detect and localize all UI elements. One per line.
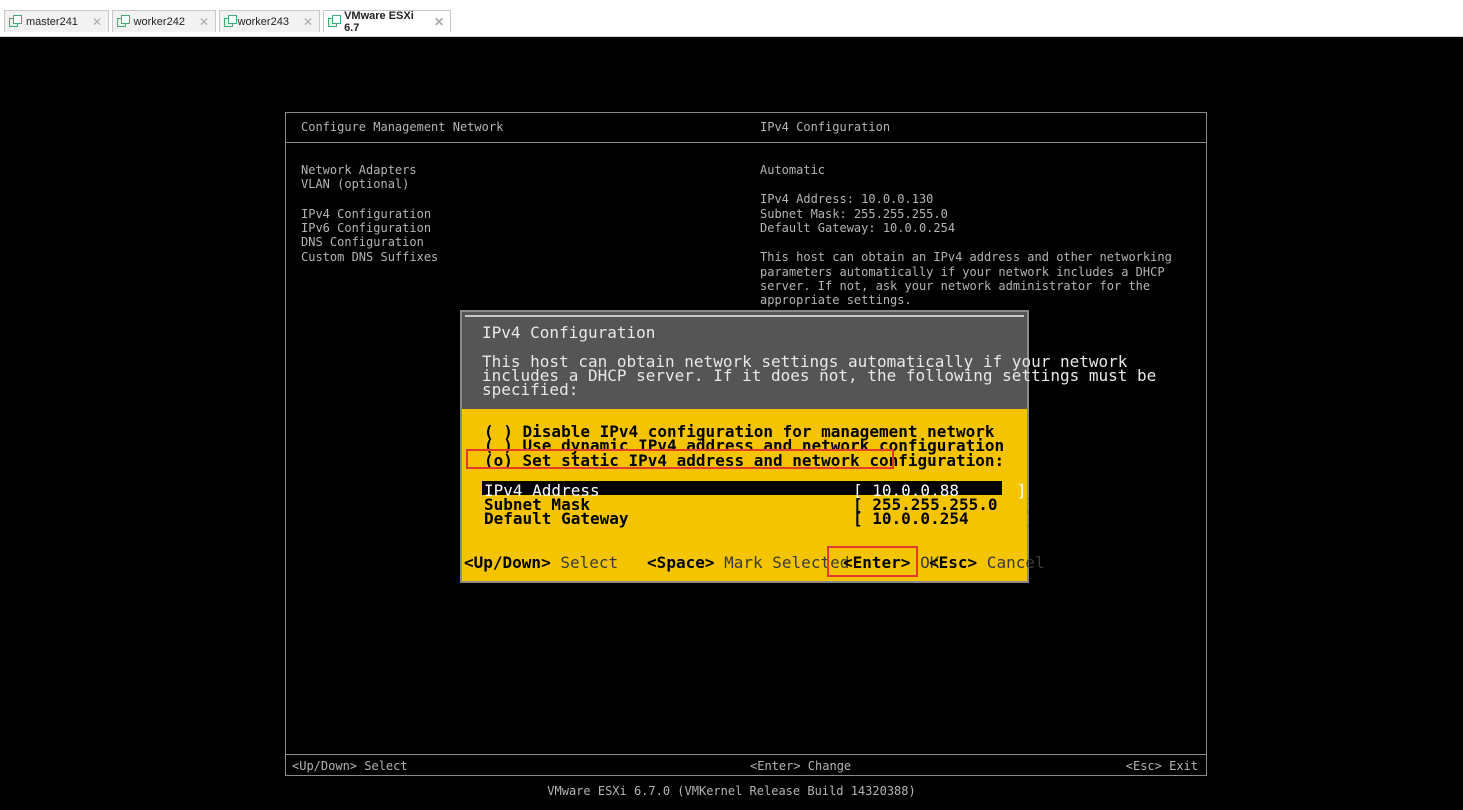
tab-worker242[interactable]: worker242 ✕ bbox=[112, 10, 216, 32]
footer-change-hint: <Enter> Change bbox=[750, 759, 852, 773]
footer-divider bbox=[286, 754, 1206, 755]
ipv4-address-readout: IPv4 Address: 10.0.0.130 bbox=[760, 192, 934, 206]
subnet-mask-readout: Subnet Mask: 255.255.255.0 bbox=[760, 207, 948, 221]
dialog-header: IPv4 Configuration This host can obtain … bbox=[460, 310, 1156, 409]
footer-select-hint: <Up/Down> Select bbox=[292, 759, 408, 773]
close-icon[interactable]: ✕ bbox=[434, 15, 444, 29]
header-divider bbox=[286, 142, 1206, 143]
gateway-readout: Default Gateway: 10.0.0.254 bbox=[760, 221, 956, 235]
menu-item-network-adapters[interactable]: Network Adapters bbox=[301, 163, 417, 178]
subnet-mask-field[interactable]: Subnet Mask [ 255.255.255.0 ] bbox=[482, 495, 1036, 514]
esc-key: <Esc> bbox=[929, 553, 978, 572]
tab-worker243[interactable]: worker243 ✕ bbox=[219, 10, 320, 32]
vm-icon bbox=[328, 14, 341, 29]
cancel-hint: Cancel bbox=[977, 553, 1045, 572]
vm-icon bbox=[117, 14, 130, 29]
close-icon[interactable]: ✕ bbox=[303, 15, 313, 29]
console-left-title: Configure Management Network bbox=[301, 120, 504, 134]
menu-item-dns[interactable]: DNS Configuration bbox=[301, 235, 424, 250]
console-right-title: IPv4 Configuration bbox=[760, 120, 891, 134]
updown-hint: Select bbox=[550, 553, 619, 572]
tab-master241[interactable]: master241 ✕ bbox=[4, 10, 109, 32]
description-line: parameters automatically if your network… bbox=[760, 265, 1165, 279]
description-line: This host can obtain an IPv4 address and… bbox=[760, 250, 1172, 264]
tab-label: worker242 bbox=[133, 15, 185, 28]
default-gateway-field[interactable]: Default Gateway [ 10.0.0.254 ] bbox=[482, 509, 1036, 528]
ipv4-config-dialog: IPv4 Configuration This host can obtain … bbox=[460, 310, 1156, 583]
updown-key: <Up/Down> bbox=[464, 553, 551, 572]
dialog-top-border bbox=[465, 315, 1024, 317]
vm-icon bbox=[224, 14, 237, 29]
ipv4-address-field[interactable]: IPv4 Address [ 10.0.0.88 ] bbox=[482, 481, 1026, 500]
field-label: Default Gateway bbox=[484, 509, 629, 528]
dialog-description-line: specified: bbox=[482, 380, 579, 399]
space-key: <Space> bbox=[647, 553, 715, 572]
footer-exit-hint: <Esc> Exit bbox=[1125, 759, 1198, 773]
tab-label: master241 bbox=[25, 15, 78, 28]
field-value[interactable]: [ 10.0.0.254 ] bbox=[853, 509, 1036, 528]
menu-item-dns-suffixes[interactable]: Custom DNS Suffixes bbox=[301, 250, 438, 265]
tab-label: VMware ESXi 6.7 bbox=[344, 9, 414, 34]
highlight-ok-action bbox=[827, 546, 918, 577]
dialog-title: IPv4 Configuration bbox=[482, 323, 656, 342]
hint-bar: <Up/Down> Select <Space> Mark Selected bbox=[464, 553, 849, 572]
cancel-action[interactable]: <Esc> Cancel bbox=[929, 553, 1045, 572]
build-info: VMware ESXi 6.7.0 (VMKernel Release Buil… bbox=[547, 784, 916, 798]
tab-label: worker243 bbox=[237, 15, 289, 28]
menu-item-ipv6[interactable]: IPv6 Configuration bbox=[301, 221, 431, 236]
tab-vmware-esxi[interactable]: VMware ESXi 6.7 ✕ bbox=[323, 9, 451, 34]
close-icon[interactable]: ✕ bbox=[199, 15, 209, 29]
dialog-description-line: includes a DHCP server. If it does not, … bbox=[482, 366, 1157, 385]
menu-item-vlan[interactable]: VLAN (optional) bbox=[301, 177, 409, 192]
tab-strip: master241 ✕ worker242 ✕ worker243 ✕ VMwa… bbox=[4, 9, 454, 34]
ipv4-status: Automatic bbox=[760, 163, 826, 177]
highlight-static-option bbox=[466, 449, 894, 469]
vm-icon bbox=[9, 14, 22, 29]
vm-tab-bar: master241 ✕ worker242 ✕ worker243 ✕ VMwa… bbox=[0, 0, 1463, 37]
description-line: server. If not, ask your network adminis… bbox=[760, 279, 1151, 293]
dialog-body: ( ) Disable IPv4 configuration for manag… bbox=[460, 409, 1045, 583]
close-icon[interactable]: ✕ bbox=[92, 15, 102, 29]
menu-item-ipv4[interactable]: IPv4 Configuration bbox=[301, 207, 431, 222]
description-line: appropriate settings. bbox=[760, 293, 912, 307]
